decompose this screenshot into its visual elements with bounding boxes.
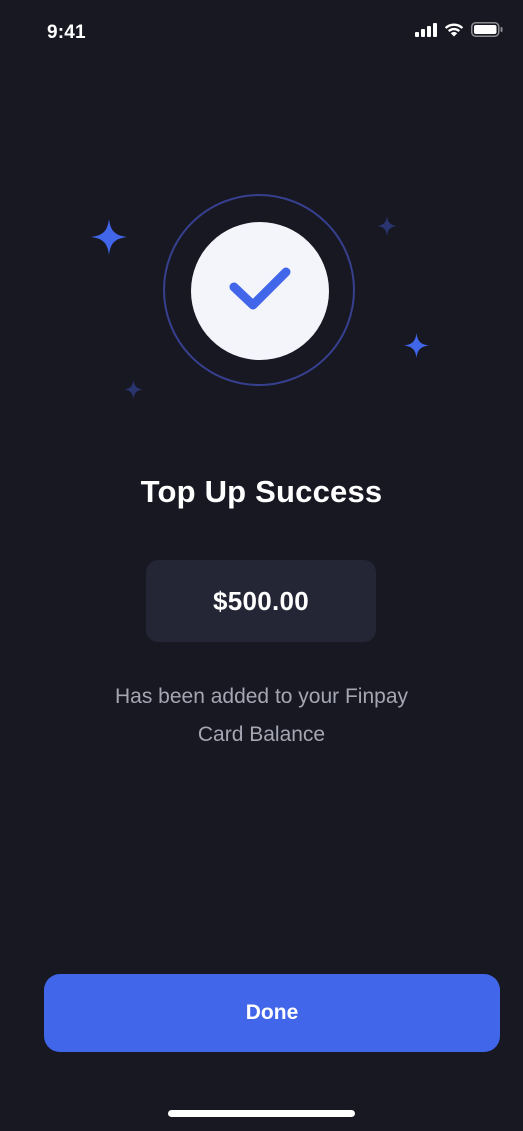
home-indicator[interactable] [168,1110,355,1117]
sparkle-icon [124,380,143,404]
done-button[interactable]: Done [44,974,500,1052]
success-message-line: Card Balance [197,723,326,746]
checkmark-icon [228,265,292,318]
top-up-amount: $500.00 [212,585,310,616]
sparkle-icon [91,219,127,260]
success-message: Has been added to your Finpay Card Balan… [60,678,463,754]
sparkle-icon [404,333,429,363]
amount-card: $500.00 [146,560,376,642]
success-illustration [0,0,523,460]
sparkle-icon [377,216,397,241]
success-badge [191,222,329,360]
success-message-line: Has been added to your Finpay [114,685,409,708]
page-title: Top Up Success [140,474,383,509]
